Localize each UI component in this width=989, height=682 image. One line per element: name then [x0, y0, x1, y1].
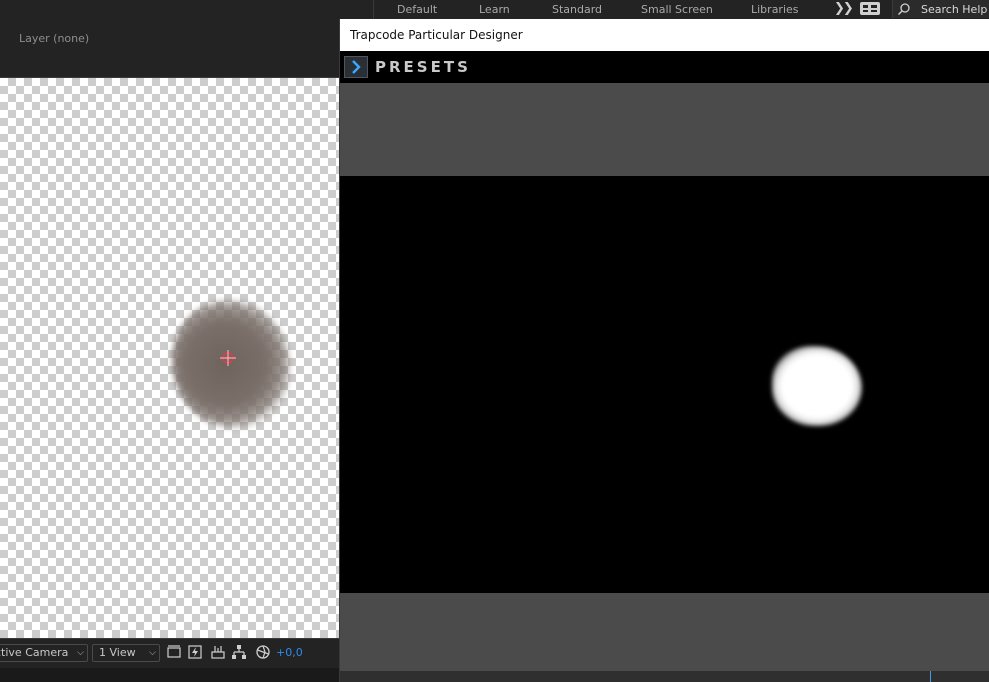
camera-dropdown[interactable]: ctive Camera ⌵ — [0, 644, 88, 662]
workspace-tab-small-screen[interactable]: Small Screen — [641, 3, 713, 16]
designer-playhead[interactable] — [930, 671, 931, 682]
workspace-tab-default[interactable]: Default — [397, 3, 437, 16]
fast-previews-icon[interactable] — [187, 644, 203, 660]
chevron-down-icon: ⌵ — [77, 648, 84, 658]
designer-bottom-area — [340, 593, 989, 671]
search-help-label: Search Help — [921, 3, 988, 16]
view-layout-dropdown[interactable]: 1 View ⌵ — [92, 644, 160, 662]
layer-panel-header — [0, 19, 340, 77]
workspace-tab-learn[interactable]: Learn — [479, 3, 510, 16]
designer-top-area — [340, 83, 989, 176]
view-layout-label: 1 View — [99, 646, 136, 659]
composition-viewer[interactable] — [0, 78, 340, 638]
camera-dropdown-label: ctive Camera — [0, 646, 69, 659]
designer-preview-canvas[interactable] — [340, 176, 989, 593]
left-bottom-strip — [0, 668, 340, 682]
flowchart-icon[interactable] — [231, 644, 247, 660]
search-icon — [898, 3, 910, 15]
timeline-toggle-icon[interactable] — [210, 644, 226, 660]
presets-label[interactable]: PRESETS — [375, 58, 471, 76]
chevron-down-icon: ⌵ — [149, 648, 156, 658]
exposure-value[interactable]: +0,0 — [276, 646, 303, 659]
workspace-tab-standard[interactable]: Standard — [552, 3, 602, 16]
chevron-right-icon — [352, 60, 361, 74]
toggle-pixel-aspect-icon[interactable] — [166, 644, 182, 660]
designer-window-title: Trapcode Particular Designer — [350, 28, 523, 42]
double-chevron-right-icon[interactable]: ❯❯ — [834, 1, 854, 16]
workspace-divider — [373, 0, 374, 19]
workspace-tab-libraries[interactable]: Libraries — [751, 3, 799, 16]
presets-expand-button[interactable] — [344, 56, 368, 78]
workspace-settings-icon[interactable] — [860, 2, 880, 15]
designer-timeline-strip — [340, 671, 989, 682]
reset-exposure-icon[interactable] — [255, 644, 271, 660]
anchor-point-icon[interactable] — [220, 350, 236, 366]
preview-particle-blob — [772, 346, 862, 426]
layer-panel-title[interactable]: Layer (none) — [19, 32, 89, 45]
